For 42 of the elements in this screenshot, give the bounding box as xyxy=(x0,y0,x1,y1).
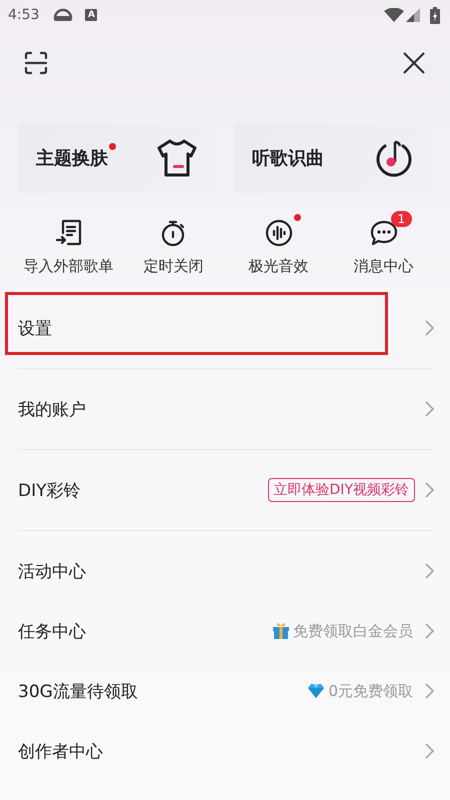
row-label: 活动中心 xyxy=(18,560,87,582)
keyboard-notification-icon: A xyxy=(85,9,98,21)
signal-icon xyxy=(406,8,420,22)
shortcut-button[interactable]: 1 消息中心 xyxy=(331,209,436,276)
battery-icon xyxy=(430,6,440,24)
menu-row[interactable]: 我的账户 xyxy=(0,369,450,449)
promo-hint: 0元免费领取 xyxy=(328,682,413,700)
menu-row[interactable]: 30G流量待领取 0元免费领取 xyxy=(0,661,450,721)
row-label: 我的账户 xyxy=(18,398,87,420)
t-shirt-icon xyxy=(156,138,198,178)
row-label: 设置 xyxy=(18,318,53,340)
clock-time: 4:53 xyxy=(8,7,40,23)
row-label: DIY彩铃 xyxy=(18,480,82,502)
promo-hint: 免费领取白金会员 xyxy=(293,622,413,640)
shortcut-button[interactable]: 导入外部歌单 xyxy=(16,209,121,276)
chevron-right-icon xyxy=(425,401,434,417)
shortcut-button[interactable]: 极光音效 xyxy=(226,209,331,276)
close-button[interactable] xyxy=(402,51,426,75)
menu-row[interactable]: 设置 xyxy=(0,288,450,368)
shortcut-button[interactable]: 定时关闭 xyxy=(121,209,226,276)
card-label: 听歌识曲 xyxy=(252,148,324,169)
chat-bubble-icon xyxy=(368,219,398,247)
feature-card[interactable]: 听歌识曲 xyxy=(234,123,432,193)
feature-card[interactable]: 主题换肤 xyxy=(18,123,216,193)
menu-row[interactable]: 创作者中心 xyxy=(0,721,450,781)
promo-tag: 立即体验DIY视频彩铃 xyxy=(268,478,415,502)
count-badge: 1 xyxy=(390,211,412,227)
row-label: 任务中心 xyxy=(18,620,87,642)
scan-button[interactable] xyxy=(24,51,48,75)
chevron-right-icon xyxy=(425,563,434,579)
menu-row[interactable]: 活动中心 xyxy=(0,541,450,601)
chevron-right-icon xyxy=(425,320,434,336)
card-label: 主题换肤 xyxy=(36,148,108,169)
music-note-icon xyxy=(374,138,414,178)
chevron-right-icon xyxy=(425,482,434,498)
sound-wave-icon xyxy=(264,219,292,247)
wifi-icon xyxy=(384,8,404,22)
menu-row[interactable]: DIY彩铃 立即体验DIY视频彩铃 xyxy=(0,450,450,530)
import-list-icon xyxy=(54,219,82,247)
row-label: 30G流量待领取 xyxy=(18,680,139,702)
row-label: 创作者中心 xyxy=(18,740,104,762)
menu-row[interactable]: 任务中心 免费领取白金会员 xyxy=(0,601,450,661)
